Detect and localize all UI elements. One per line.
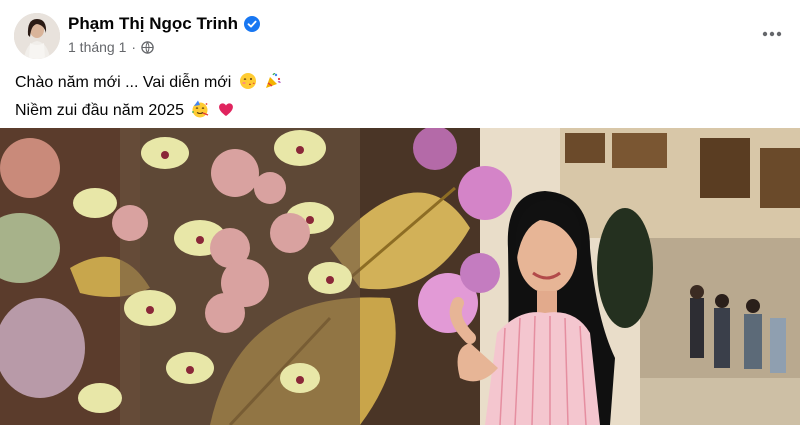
verified-badge-icon: [244, 16, 261, 32]
feed-post: Phạm Thị Ngọc Trinh 1 tháng 1 · Chào năm…: [0, 0, 800, 425]
more-dots-icon: [762, 31, 782, 37]
caption-line: Niềm zui đầu năm 2025: [15, 98, 282, 126]
more-options-button[interactable]: [758, 20, 786, 48]
caption-text: Niềm zui đầu năm 2025: [15, 102, 184, 119]
partying-face-emoji: [191, 100, 209, 126]
post-header: Phạm Thị Ngọc Trinh 1 tháng 1 ·: [0, 0, 800, 66]
red-heart-emoji: [217, 100, 235, 126]
author-avatar[interactable]: [14, 13, 60, 59]
meta-separator: ·: [131, 39, 137, 55]
party-popper-emoji: [264, 72, 282, 98]
post-timestamp[interactable]: 1 tháng 1: [68, 39, 126, 55]
author-name[interactable]: Phạm Thị Ngọc Trinh: [68, 14, 238, 34]
post-caption: Chào năm mới ... Vai diễn mới Niềm zui đ…: [15, 70, 282, 126]
globe-icon[interactable]: [141, 40, 154, 54]
kissing-face-emoji: [239, 72, 257, 98]
caption-line: Chào năm mới ... Vai diễn mới: [15, 70, 282, 98]
post-photo[interactable]: [0, 128, 800, 425]
caption-text: Chào năm mới ... Vai diễn mới: [15, 74, 232, 91]
